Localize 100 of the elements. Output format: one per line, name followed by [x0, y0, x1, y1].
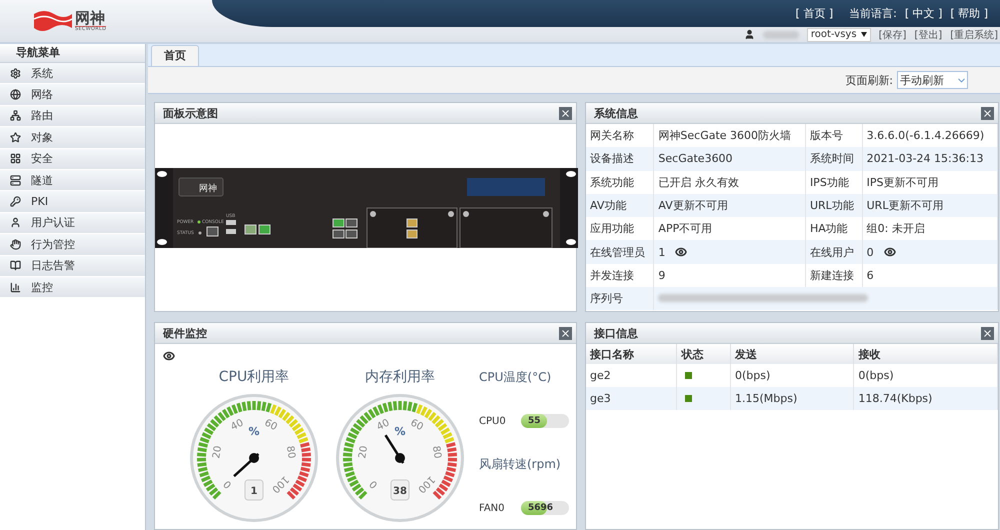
gauge-needle [384, 434, 404, 464]
sidebar-item[interactable]: 网络 [0, 84, 145, 106]
table-cell: AV更新不可用 [658, 198, 728, 214]
server-icon [10, 174, 21, 186]
unit-label: % [394, 425, 406, 438]
eye-icon[interactable] [675, 246, 688, 258]
flag-logo-icon [32, 10, 72, 32]
sidebar-item[interactable]: 路由 [0, 106, 145, 128]
vsys-select[interactable]: root-vsys [806, 28, 871, 42]
bar-label: CPU0 [479, 416, 507, 426]
sidebar-title: 导航菜单 [0, 44, 145, 63]
close-button[interactable] [981, 106, 994, 120]
bar-chart-icon [10, 282, 21, 293]
sidebar-item[interactable]: 安全 [0, 148, 145, 170]
sidebar-item[interactable]: 监控 [0, 276, 145, 298]
key-icon [10, 196, 21, 208]
gear-icon [10, 68, 21, 79]
gauge-title: 内存利用率 [365, 368, 435, 386]
gauge-title: CPU利用率 [218, 368, 290, 386]
close-icon [982, 108, 993, 118]
scale-label: 20 [357, 445, 370, 460]
sidebar-item[interactable]: 隧道 [0, 170, 145, 192]
action-link[interactable]: [重启系统] [950, 28, 998, 42]
refresh-select[interactable]: 手动刷新 [897, 71, 968, 89]
gauge-reading: 1 [250, 486, 258, 497]
table-cell: 6 [866, 268, 874, 282]
scale-label: 40 [229, 417, 246, 434]
scale-label: 0 [222, 478, 234, 490]
logo-text: 网神 [75, 10, 106, 26]
sidebar-item[interactable]: 对象 [0, 127, 145, 149]
table-cell: 2021-03-24 15:36:13 [866, 152, 984, 166]
hierarchy-icon [10, 110, 21, 122]
eye-icon[interactable] [163, 350, 175, 362]
table-cell: APP不可用 [658, 221, 712, 236]
panel-title: 系统信息 [594, 106, 638, 120]
needle-hub [395, 453, 405, 463]
close-button[interactable] [559, 106, 572, 120]
scale-label: 80 [284, 445, 297, 460]
sidebar-item[interactable]: PKI [0, 191, 145, 213]
column-header: 接收 [854, 344, 998, 364]
device-logo: 网神 [199, 184, 217, 194]
scale-label: 60 [408, 417, 425, 434]
table-cell: ge3 [586, 387, 677, 410]
sidebar-item[interactable]: 系统 [0, 63, 145, 84]
scale-label: 80 [430, 445, 443, 460]
user-icon [10, 217, 21, 228]
table-cell: IPS更新不可用 [866, 174, 938, 190]
column-header: 发送 [730, 344, 854, 364]
table-cell: 3.6.6.0(-6.1.4.26669) [866, 129, 984, 142]
sidebar-item[interactable]: 用户认证 [0, 212, 145, 234]
table-cell: 已开启 永久有效 [658, 174, 739, 190]
panel-title: 接口信息 [594, 326, 638, 340]
action-link[interactable]: [登出] [914, 28, 942, 42]
table-cell: 1.15(Mbps) [730, 387, 854, 410]
close-button[interactable] [981, 326, 994, 340]
close-button[interactable] [559, 326, 572, 340]
group-title: CPU温度(°C) [479, 369, 552, 386]
globe-icon [10, 89, 21, 100]
table-cell: 序列号 [586, 287, 654, 310]
hand-icon [10, 238, 21, 250]
dropdown-arrow-icon [860, 32, 867, 37]
gauge-reading: 38 [393, 486, 407, 497]
star-icon [10, 132, 21, 143]
home-link[interactable]: [ 首页 ] [796, 6, 834, 21]
table-cell: 9 [658, 268, 666, 282]
eye-icon[interactable] [884, 246, 896, 258]
scale-label: 60 [262, 417, 279, 434]
language-label: 当前语言: [849, 6, 897, 21]
bar-value: 55 [528, 416, 541, 426]
close-icon [560, 108, 571, 118]
sidebar-item[interactable]: 行为管控 [0, 234, 145, 256]
tab[interactable]: 首页 [151, 45, 199, 66]
table-cell: 网神SecGate 3600防火墙 [658, 128, 792, 144]
reading-box [244, 480, 264, 500]
table-cell: 组0: 未开启 [866, 221, 925, 236]
scale-label: 0 [368, 478, 380, 490]
close-icon [982, 328, 993, 338]
language-link[interactable]: [ 中文 ] [904, 6, 942, 21]
panel-title: 面板示意图 [163, 106, 218, 120]
sidebar-item[interactable]: 日志告警 [0, 256, 145, 277]
scale-label: 40 [375, 417, 392, 434]
table-cell: 1 [658, 246, 688, 259]
panel-title: 硬件监控 [163, 326, 207, 340]
bar-label: FAN0 [479, 502, 506, 514]
gauge-needle [233, 453, 260, 478]
group-title: 风扇转速(rpm) [479, 456, 562, 473]
table-cell: 0 [866, 246, 896, 259]
user-icon [744, 29, 755, 40]
table-cell: 118.74(Kbps) [854, 387, 998, 410]
column-header: 状态 [676, 344, 730, 364]
redacted-username [762, 30, 799, 38]
scale-label: 100 [269, 473, 291, 495]
table-cell: URL更新不可用 [866, 198, 944, 214]
action-link[interactable]: [保存] [878, 28, 906, 42]
book-icon [10, 260, 21, 272]
unit-label: % [248, 425, 260, 438]
refresh-label: 页面刷新: [845, 72, 893, 88]
scale-label: 100 [415, 473, 437, 495]
reading-box [390, 480, 410, 500]
help-link[interactable]: [ 帮助 ] [950, 6, 988, 21]
